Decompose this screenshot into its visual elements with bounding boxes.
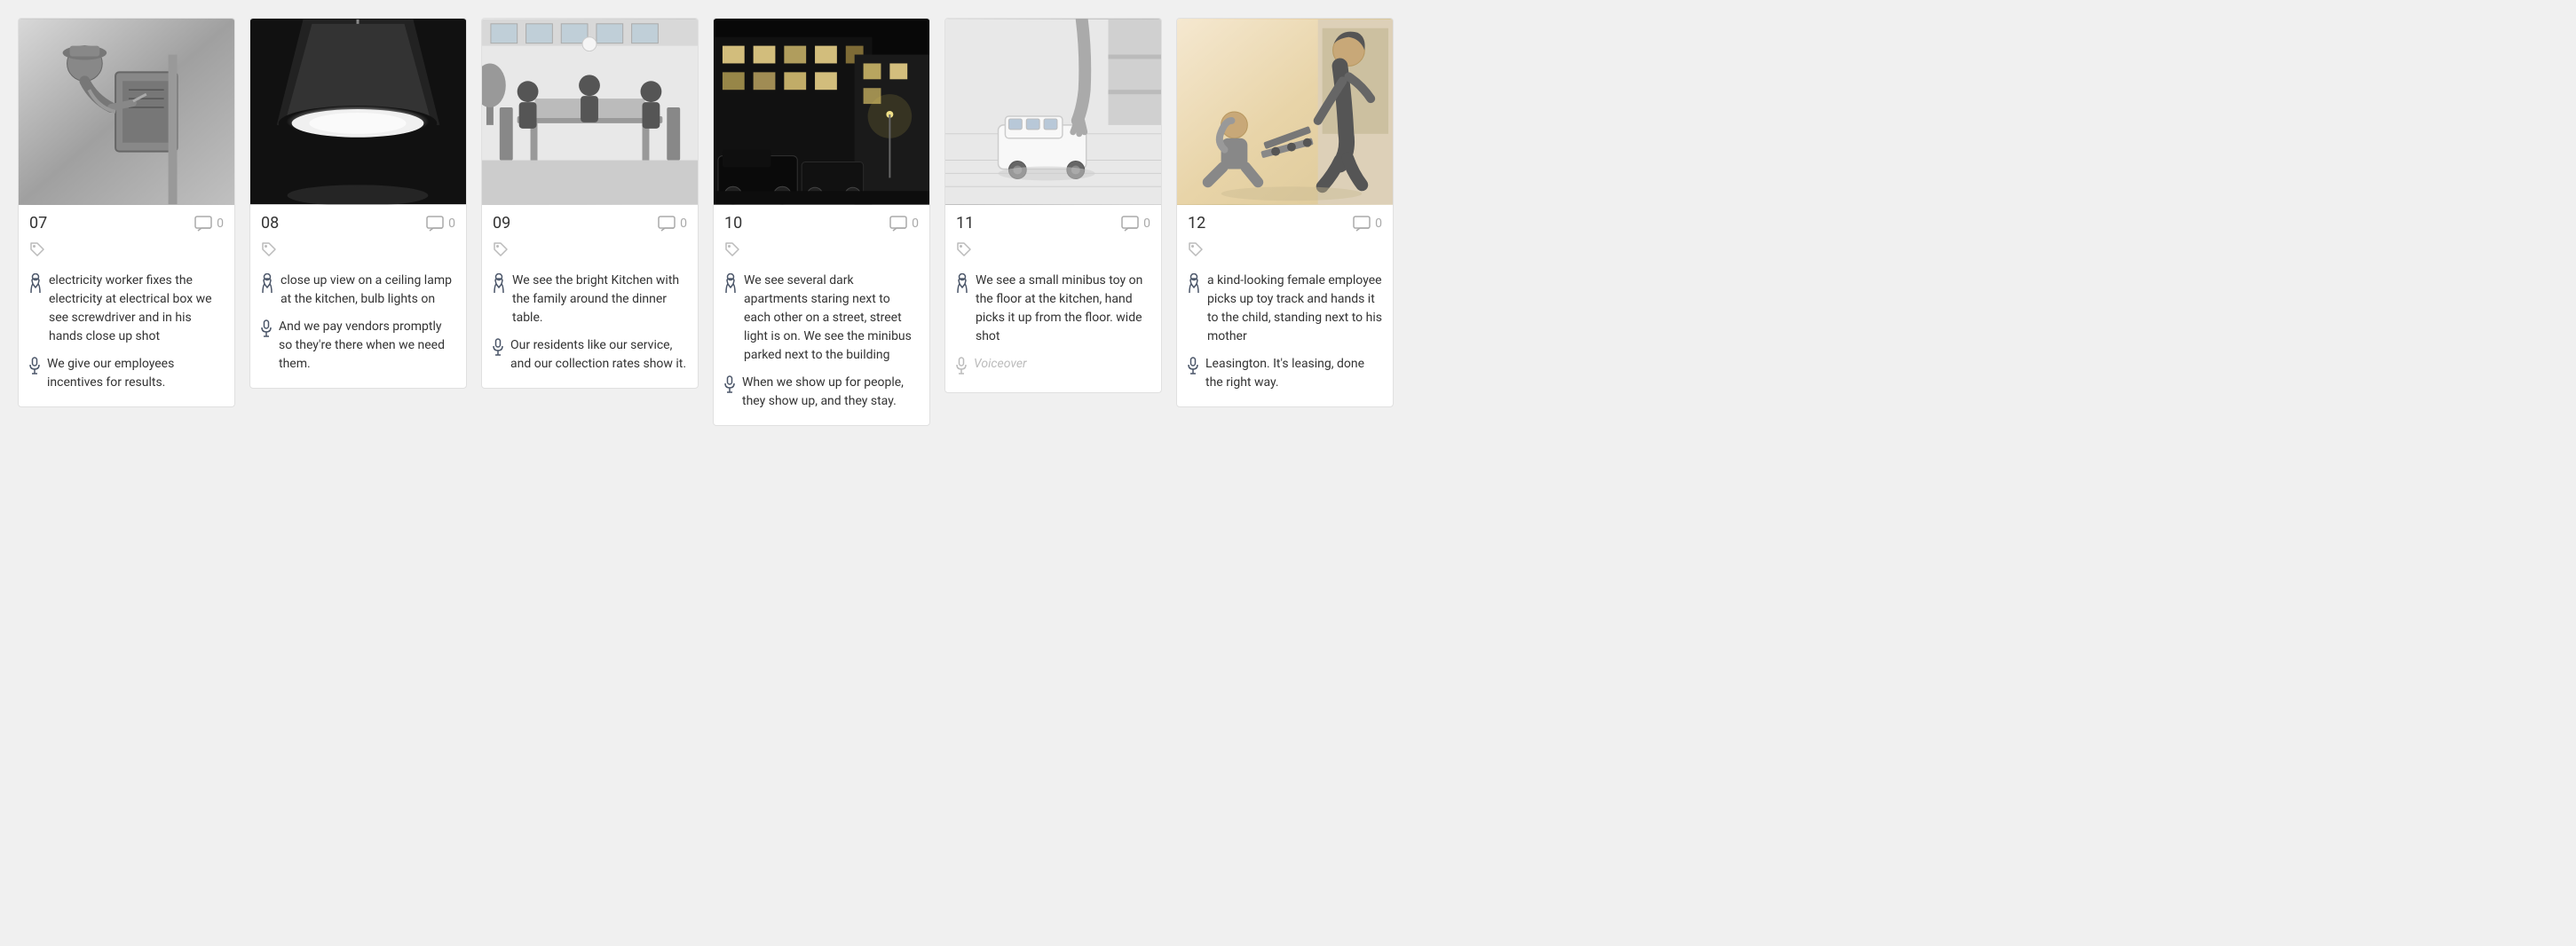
card-body-09: We see the bright Kitchen with the famil… bbox=[482, 268, 698, 377]
storyboard-card-08[interactable]: 08 0 bbox=[249, 18, 467, 389]
card-header-12: 12 0 bbox=[1177, 205, 1393, 238]
storyboard-cards: 07 0 bbox=[18, 18, 2558, 426]
mic-icon-12 bbox=[1188, 357, 1198, 378]
scene-text-07: electricity worker fixes the electricity… bbox=[49, 272, 224, 346]
person-icon-07 bbox=[29, 273, 42, 296]
comment-icon-12 bbox=[1353, 216, 1371, 232]
scene-text-08: close up view on a ceiling lamp at the k… bbox=[281, 272, 455, 309]
comment-count-12: 0 bbox=[1375, 217, 1382, 231]
storyboard-card-09[interactable]: 09 0 bbox=[481, 18, 699, 389]
storyboard-card-11[interactable]: 11 0 bbox=[944, 18, 1162, 393]
card-body-10: We see several dark apartments staring n… bbox=[714, 268, 929, 414]
voiceover-text-07: We give our employees incentives for res… bbox=[47, 355, 224, 392]
card-image-10 bbox=[714, 19, 929, 205]
card-comment-09[interactable]: 0 bbox=[658, 216, 687, 232]
comment-icon-10 bbox=[889, 216, 907, 232]
voiceover-row-09: Our residents like our service, and our … bbox=[493, 336, 687, 374]
card-comment-08[interactable]: 0 bbox=[426, 216, 455, 232]
tag-icon-09 bbox=[493, 241, 509, 257]
person-icon-10 bbox=[724, 273, 737, 296]
card-number-07: 07 bbox=[29, 214, 47, 233]
card-body-07: electricity worker fixes the electricity… bbox=[19, 268, 234, 396]
card-comment-10[interactable]: 0 bbox=[889, 216, 919, 232]
scene-text-10: We see several dark apartments staring n… bbox=[744, 272, 919, 365]
person-icon-08 bbox=[261, 273, 273, 296]
tag-icon-07 bbox=[29, 241, 45, 257]
person-icon-11 bbox=[956, 273, 968, 296]
comment-icon-11 bbox=[1121, 216, 1139, 232]
comment-count-09: 0 bbox=[680, 217, 687, 231]
voiceover-text-11: Voiceover bbox=[974, 355, 1027, 374]
comment-icon-07 bbox=[194, 216, 212, 232]
voiceover-row-07: We give our employees incentives for res… bbox=[29, 355, 224, 392]
card-number-08: 08 bbox=[261, 214, 279, 233]
mic-icon-07 bbox=[29, 357, 40, 378]
tag-icon-11 bbox=[956, 241, 972, 257]
voiceover-row-08: And we pay vendors promptly so they're t… bbox=[261, 318, 455, 374]
voiceover-row-12: Leasington. It's leasing, done the right… bbox=[1188, 355, 1382, 392]
mic-icon-08 bbox=[261, 319, 272, 341]
scene-row-07: electricity worker fixes the electricity… bbox=[29, 272, 224, 346]
scene-row-11: We see a small minibus toy on the floor … bbox=[956, 272, 1150, 346]
mic-icon-10 bbox=[724, 375, 735, 397]
card-number-11: 11 bbox=[956, 214, 974, 233]
mic-icon-09 bbox=[493, 338, 503, 359]
card-image-08 bbox=[250, 19, 466, 205]
storyboard-card-07[interactable]: 07 0 bbox=[18, 18, 235, 407]
scene-row-12: a kind-looking female employee picks up … bbox=[1188, 272, 1382, 346]
scene-text-12: a kind-looking female employee picks up … bbox=[1207, 272, 1382, 346]
tag-icon-12 bbox=[1188, 241, 1204, 257]
card-comment-11[interactable]: 0 bbox=[1121, 216, 1150, 232]
voiceover-text-12: Leasington. It's leasing, done the right… bbox=[1205, 355, 1382, 392]
card-image-12 bbox=[1177, 19, 1393, 205]
person-icon-09 bbox=[493, 273, 505, 296]
card-tag-area-07[interactable] bbox=[19, 238, 234, 268]
card-header-07: 07 0 bbox=[19, 205, 234, 238]
tag-icon-08 bbox=[261, 241, 277, 257]
card-body-12: a kind-looking female employee picks up … bbox=[1177, 268, 1393, 396]
person-icon-12 bbox=[1188, 273, 1200, 296]
scene-row-10: We see several dark apartments staring n… bbox=[724, 272, 919, 365]
scene-row-09: We see the bright Kitchen with the famil… bbox=[493, 272, 687, 327]
card-comment-12[interactable]: 0 bbox=[1353, 216, 1382, 232]
comment-icon-08 bbox=[426, 216, 444, 232]
storyboard-card-12[interactable]: 12 0 bbox=[1176, 18, 1394, 407]
card-body-11: We see a small minibus toy on the floor … bbox=[945, 268, 1161, 382]
card-number-12: 12 bbox=[1188, 214, 1205, 233]
card-comment-07[interactable]: 0 bbox=[194, 216, 224, 232]
card-image-09 bbox=[482, 19, 698, 205]
card-number-10: 10 bbox=[724, 214, 742, 233]
comment-count-10: 0 bbox=[912, 217, 919, 231]
storyboard-card-10[interactable]: 10 0 bbox=[713, 18, 930, 426]
comment-count-07: 0 bbox=[217, 217, 224, 231]
tag-icon-10 bbox=[724, 241, 740, 257]
scene-row-08: close up view on a ceiling lamp at the k… bbox=[261, 272, 455, 309]
voiceover-text-10: When we show up for people, they show up… bbox=[742, 374, 919, 411]
card-header-10: 10 0 bbox=[714, 205, 929, 238]
card-header-09: 09 0 bbox=[482, 205, 698, 238]
card-tag-area-08[interactable] bbox=[250, 238, 466, 268]
scene-text-11: We see a small minibus toy on the floor … bbox=[976, 272, 1150, 346]
mic-icon-11 bbox=[956, 357, 967, 378]
card-image-07 bbox=[19, 19, 234, 205]
voiceover-row-11: Voiceover bbox=[956, 355, 1150, 378]
card-image-11 bbox=[945, 19, 1161, 205]
voiceover-text-09: Our residents like our service, and our … bbox=[510, 336, 687, 374]
card-body-08: close up view on a ceiling lamp at the k… bbox=[250, 268, 466, 377]
scene-text-09: We see the bright Kitchen with the famil… bbox=[512, 272, 687, 327]
voiceover-text-08: And we pay vendors promptly so they're t… bbox=[279, 318, 455, 374]
card-tag-area-10[interactable] bbox=[714, 238, 929, 268]
card-header-11: 11 0 bbox=[945, 205, 1161, 238]
voiceover-row-10: When we show up for people, they show up… bbox=[724, 374, 919, 411]
card-tag-area-11[interactable] bbox=[945, 238, 1161, 268]
comment-count-08: 0 bbox=[448, 217, 455, 231]
card-number-09: 09 bbox=[493, 214, 510, 233]
comment-icon-09 bbox=[658, 216, 676, 232]
card-tag-area-12[interactable] bbox=[1177, 238, 1393, 268]
comment-count-11: 0 bbox=[1143, 217, 1150, 231]
card-header-08: 08 0 bbox=[250, 205, 466, 238]
card-tag-area-09[interactable] bbox=[482, 238, 698, 268]
